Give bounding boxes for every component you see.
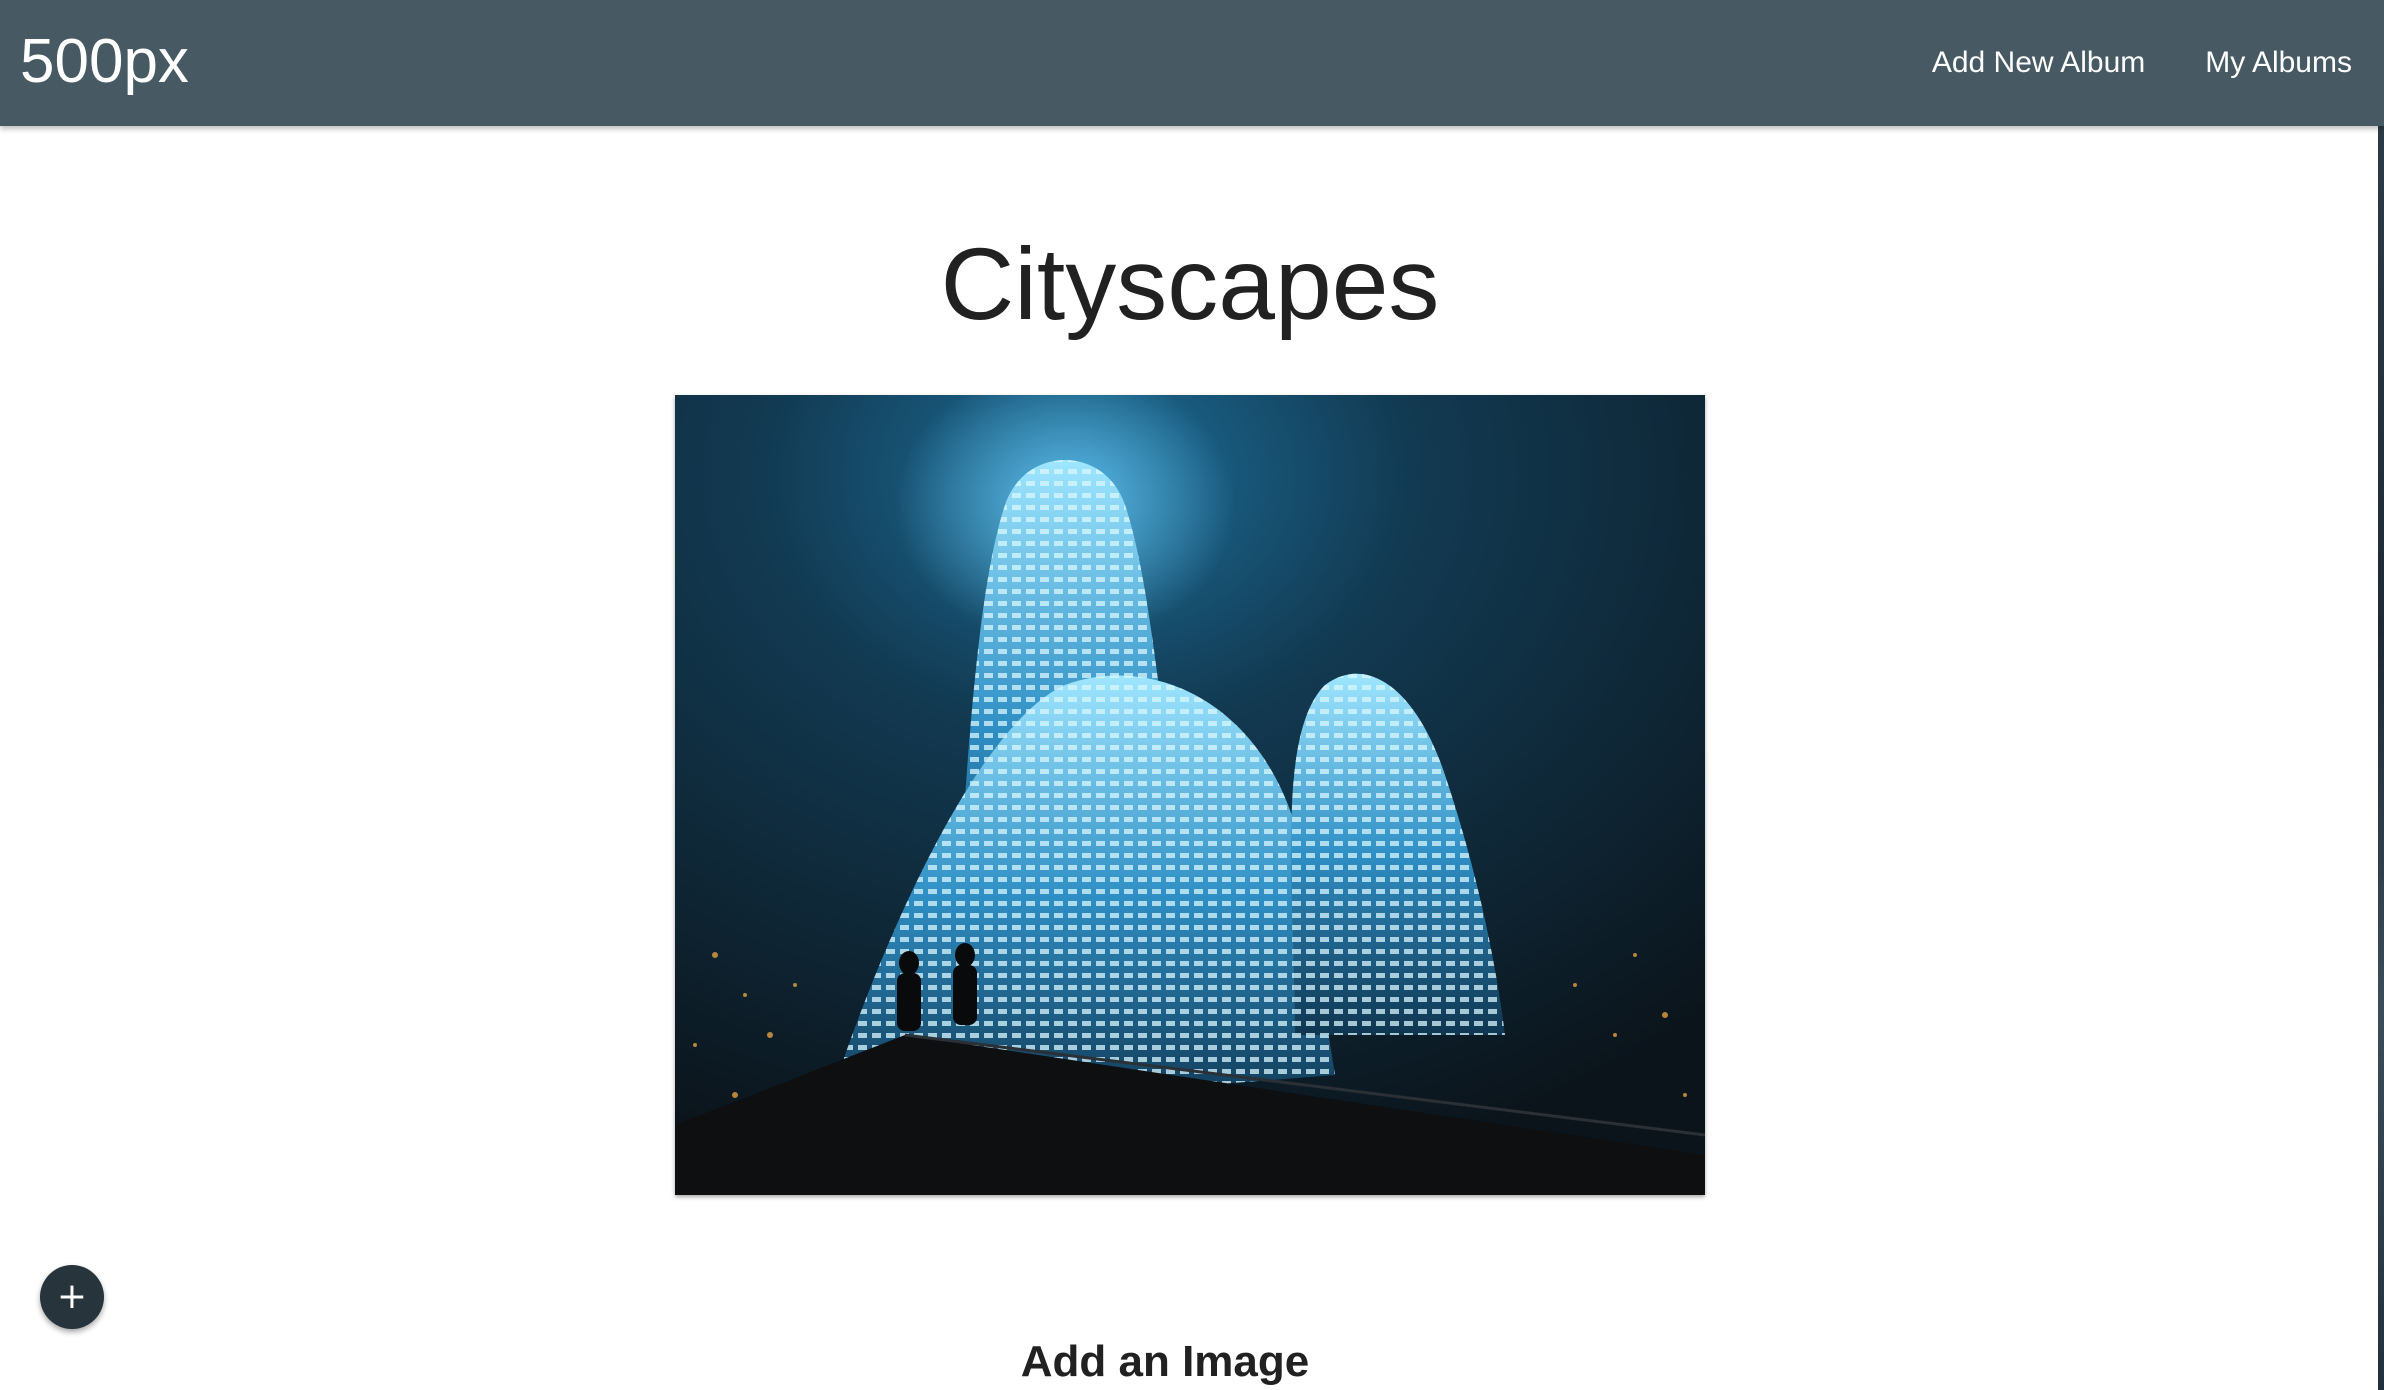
window-edge-strip <box>2378 126 2384 1390</box>
add-fab-button[interactable]: + <box>40 1265 104 1329</box>
nav-links: Add New Album My Albums <box>1932 40 2352 86</box>
plus-icon: + <box>56 1276 88 1317</box>
add-image-heading: Add an Image <box>1020 1337 1310 1386</box>
nav-link-add-new-album[interactable]: Add New Album <box>1932 40 2145 86</box>
nav-link-my-albums[interactable]: My Albums <box>2205 40 2352 86</box>
album-photo[interactable] <box>675 395 1705 1195</box>
brand-logo-link[interactable]: 500px <box>20 26 189 98</box>
album-title: Cityscapes <box>940 227 1440 341</box>
top-navbar: 500px Add New Album My Albums <box>0 0 2384 126</box>
night-city-photo <box>675 395 1705 1195</box>
